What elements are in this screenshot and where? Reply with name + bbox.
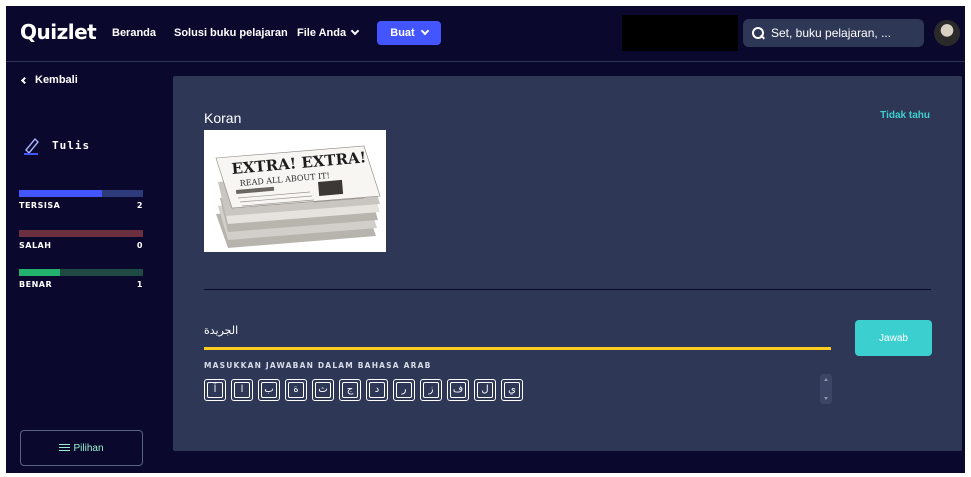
- stat-label: TERSISA: [19, 201, 61, 210]
- stat-remaining: TERSISA 2: [19, 190, 143, 210]
- key-jim[interactable]: ج: [339, 379, 361, 401]
- back-link[interactable]: Kembali: [20, 74, 78, 86]
- top-navigation: Quizlet Beranda Solusi buku pelajaran Fi…: [6, 6, 965, 62]
- stat-incorrect: SALAH 0: [19, 230, 143, 250]
- stat-label: SALAH: [19, 241, 52, 250]
- chevron-down-icon: [350, 26, 360, 36]
- create-button-label: Buat: [390, 27, 415, 39]
- key-fa[interactable]: ف: [447, 379, 469, 401]
- options-icon: [59, 443, 71, 453]
- progress-bar-incorrect: [19, 230, 143, 237]
- progress-fill-remaining: [19, 190, 103, 197]
- answer-input[interactable]: الجريدة: [204, 320, 831, 350]
- chevron-left-icon: [20, 76, 29, 84]
- create-button[interactable]: Buat: [377, 21, 441, 45]
- question-card: Koran Tidak tahu EXTRA! EXTRA! READ ALL …: [173, 76, 962, 451]
- divider: [204, 289, 931, 290]
- stat-value: 2: [136, 201, 143, 210]
- newspaper-illustration: EXTRA! EXTRA! READ ALL ABOUT IT!: [204, 130, 386, 252]
- key-alif[interactable]: ا: [231, 379, 253, 401]
- key-lam[interactable]: ل: [474, 379, 496, 401]
- progress-fill-correct: [19, 269, 60, 276]
- search-icon: [752, 27, 764, 39]
- answer-hint: MASUKKAN JAWABAN DALAM BAHASA ARAB: [204, 361, 432, 370]
- pen-icon: [24, 137, 39, 155]
- key-dal[interactable]: د: [366, 379, 388, 401]
- stat-label: BENAR: [19, 280, 53, 289]
- search-input[interactable]: Set, buku pelajaran, ...: [743, 19, 924, 47]
- keyboard-scrollbar[interactable]: [820, 374, 832, 404]
- back-label: Kembali: [35, 74, 78, 86]
- answer-text: الجريدة: [204, 324, 239, 337]
- mode-label: Tulis: [52, 138, 91, 152]
- term-text: Koran: [204, 110, 242, 126]
- study-mode: Tulis: [20, 134, 90, 156]
- search-placeholder: Set, buku pelajaran, ...: [771, 26, 892, 40]
- key-alif-madda[interactable]: آ: [204, 379, 226, 401]
- key-ya[interactable]: ي: [501, 379, 523, 401]
- key-ra[interactable]: ر: [393, 379, 415, 401]
- stat-value: 0: [136, 241, 143, 250]
- avatar[interactable]: [934, 20, 960, 46]
- nav-files-label: File Anda: [297, 27, 347, 39]
- nav-home-link[interactable]: Beranda: [112, 27, 156, 39]
- quizlet-logo[interactable]: Quizlet: [20, 20, 97, 44]
- options-label: Pilihan: [73, 442, 104, 454]
- key-tha[interactable]: ث: [312, 379, 334, 401]
- progress-bar-correct: [19, 269, 143, 276]
- term-image: EXTRA! EXTRA! READ ALL ABOUT IT!: [204, 130, 386, 252]
- key-ta-marbuta[interactable]: ة: [285, 379, 307, 401]
- quizlet-app: Quizlet Beranda Solusi buku pelajaran Fi…: [6, 6, 965, 473]
- stat-value: 1: [136, 280, 143, 289]
- options-button[interactable]: Pilihan: [20, 430, 143, 466]
- nav-files-dropdown[interactable]: File Anda: [297, 26, 360, 39]
- redacted-block: [622, 15, 738, 51]
- nav-solutions-link[interactable]: Solusi buku pelajaran: [174, 27, 288, 39]
- key-ba[interactable]: ب: [258, 379, 280, 401]
- stat-correct: BENAR 1: [19, 269, 143, 289]
- progress-bar-remaining: [19, 190, 143, 197]
- key-zay[interactable]: ز: [420, 379, 442, 401]
- dont-know-link[interactable]: Tidak tahu: [880, 110, 930, 121]
- answer-button[interactable]: Jawab: [855, 320, 932, 356]
- arabic-keyboard: آ ا ب ة ث ج د ر ز ف ل ي: [204, 379, 523, 401]
- chevron-down-icon: [420, 26, 429, 36]
